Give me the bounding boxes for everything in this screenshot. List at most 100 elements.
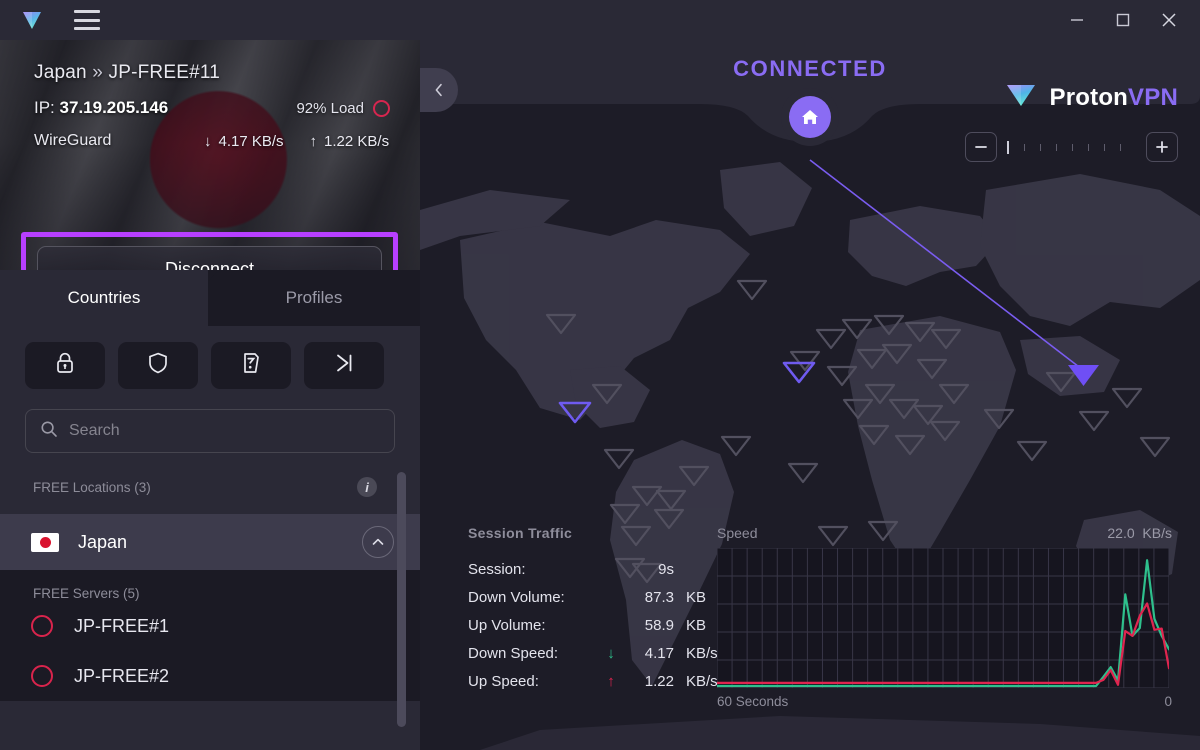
hamburger-menu-icon[interactable] bbox=[74, 10, 100, 30]
protonvpn-logo-icon bbox=[18, 6, 46, 34]
header-download-value: 4.17 KB/s bbox=[218, 132, 284, 150]
stat-value: 1.22 bbox=[644, 672, 674, 690]
protocol-label: WireGuard bbox=[34, 132, 112, 149]
connection-title: Japan » JP-FREE#11 bbox=[34, 62, 390, 84]
zoom-in-button[interactable] bbox=[1146, 132, 1178, 162]
server-load-text: 92% Load bbox=[296, 99, 364, 117]
quick-settings-row bbox=[0, 326, 420, 389]
speed-graph: Speed 22.0 KB/s 60 Seconds 0 bbox=[715, 525, 1172, 709]
zoom-out-button[interactable] bbox=[965, 132, 997, 162]
speed-graph-plot bbox=[715, 547, 1171, 689]
ip-address: IP: 37.19.205.146 bbox=[34, 98, 168, 118]
brand-vpn: VPN bbox=[1128, 83, 1178, 111]
server-name: JP-FREE#2 bbox=[74, 665, 170, 686]
brand-proton: Proton bbox=[1049, 83, 1129, 111]
zoom-tick bbox=[1120, 143, 1121, 151]
maximize-button[interactable] bbox=[1100, 0, 1146, 40]
sidebar-body: FREE Locations (3) i Japan FREE Servers … bbox=[0, 326, 420, 750]
zoom-tick bbox=[1040, 143, 1041, 151]
server-load: 92% Load bbox=[296, 99, 390, 117]
stat-label: Up Speed: bbox=[468, 672, 539, 690]
stat-row-down-speed: Down Speed: ↓ 4.17 KB/s bbox=[468, 639, 718, 667]
home-icon[interactable] bbox=[789, 96, 831, 138]
server-load-ring-icon bbox=[31, 665, 53, 687]
stat-unit: KB bbox=[686, 616, 707, 634]
free-locations-header: FREE Locations (3) i bbox=[0, 453, 420, 497]
stat-row-up-volume: Up Volume: 58.9 KB bbox=[468, 611, 718, 639]
zoom-tick bbox=[1088, 143, 1089, 151]
list-item[interactable]: JP-FREE#2 bbox=[0, 651, 420, 701]
speed-graph-x-left: 60 Seconds bbox=[717, 694, 789, 709]
search-input[interactable] bbox=[69, 422, 380, 440]
stat-label: Session: bbox=[468, 560, 526, 578]
country-row-japan[interactable]: Japan bbox=[0, 514, 420, 570]
country-name: Japan bbox=[78, 531, 128, 552]
port-forwarding-button[interactable] bbox=[211, 342, 291, 389]
upload-arrow-icon: ↑ bbox=[309, 132, 318, 150]
zoom-slider-track[interactable] bbox=[1007, 140, 1136, 154]
disconnect-button[interactable]: Disconnect bbox=[37, 246, 382, 270]
title-separator: » bbox=[92, 62, 104, 83]
list-item[interactable]: JP-FREE#1 bbox=[0, 601, 420, 651]
speed-graph-footer: 60 Seconds 0 bbox=[717, 694, 1172, 709]
skip-forward-icon bbox=[333, 351, 355, 380]
speed-graph-max-value: 22.0 bbox=[1107, 525, 1135, 541]
search-icon bbox=[40, 420, 58, 443]
zoom-tick bbox=[1104, 143, 1105, 151]
stat-row-down-volume: Down Volume: 87.3 KB bbox=[468, 583, 718, 611]
stat-label: Down Volume: bbox=[468, 588, 565, 606]
upload-arrow-icon: ↑ bbox=[607, 672, 615, 690]
connected-country: Japan bbox=[34, 62, 87, 83]
zoom-tick bbox=[1072, 143, 1073, 151]
search-box[interactable] bbox=[25, 409, 395, 453]
shield-icon bbox=[147, 351, 169, 380]
lock-icon bbox=[54, 351, 76, 380]
map-panel: CONNECTED ProtonVPN Session Traffic Sess… bbox=[420, 40, 1200, 750]
sidebar: Japan » JP-FREE#11 IP: 37.19.205.146 92%… bbox=[0, 40, 420, 750]
stat-value: 58.9 bbox=[644, 616, 674, 634]
tab-profiles[interactable]: Profiles bbox=[208, 270, 420, 326]
speed-graph-x-right: 0 bbox=[1164, 694, 1172, 709]
info-icon[interactable]: i bbox=[357, 477, 377, 497]
zoom-tick bbox=[1024, 143, 1025, 151]
stat-value: 4.17 bbox=[644, 644, 674, 662]
speed-graph-max: 22.0 KB/s bbox=[1107, 525, 1172, 541]
connection-header: Japan » JP-FREE#11 IP: 37.19.205.146 92%… bbox=[0, 40, 420, 270]
close-button[interactable] bbox=[1146, 0, 1192, 40]
download-arrow-icon: ↓ bbox=[607, 644, 615, 662]
session-traffic-title: Session Traffic bbox=[468, 525, 573, 541]
stat-value: 87.3 bbox=[644, 588, 674, 606]
search-area bbox=[0, 389, 420, 453]
speed-graph-title: Speed bbox=[717, 525, 758, 541]
stat-label: Down Speed: bbox=[468, 644, 559, 662]
free-servers-label: FREE Servers (5) bbox=[33, 586, 140, 601]
stat-label: Up Volume: bbox=[468, 616, 546, 634]
stat-row-session: Session: 9s bbox=[468, 555, 718, 583]
stat-value: 9s bbox=[658, 560, 674, 578]
server-list: FREE Servers (5) JP-FREE#1 JP-FREE#2 bbox=[0, 570, 420, 701]
stat-row-up-speed: Up Speed: ↑ 1.22 KB/s bbox=[468, 667, 718, 695]
title-bar bbox=[0, 0, 1200, 40]
sidebar-scrollbar-thumb[interactable] bbox=[397, 472, 406, 727]
speed-graph-max-unit: KB/s bbox=[1142, 525, 1172, 541]
kill-switch-button[interactable] bbox=[25, 342, 105, 389]
collapse-all-button[interactable] bbox=[304, 342, 384, 389]
ip-value: 37.19.205.146 bbox=[59, 98, 169, 117]
session-traffic-panel: Session Traffic Session: 9s Down Volume:… bbox=[468, 525, 718, 695]
map-zoom-control bbox=[965, 132, 1178, 162]
brand-text: ProtonVPN bbox=[1050, 84, 1178, 112]
tab-countries[interactable]: Countries bbox=[0, 270, 208, 326]
status-badge: CONNECTED bbox=[733, 56, 887, 81]
ip-label: IP: bbox=[34, 98, 55, 117]
stat-unit: KB/s bbox=[686, 644, 718, 662]
chevron-up-icon[interactable] bbox=[362, 526, 394, 558]
zoom-slider-handle[interactable] bbox=[1007, 140, 1009, 154]
server-name: JP-FREE#1 bbox=[74, 615, 170, 636]
note-icon bbox=[240, 351, 262, 380]
brand-logo: ProtonVPN bbox=[1004, 80, 1178, 115]
free-locations-label: FREE Locations (3) bbox=[33, 479, 151, 495]
stat-unit: KB bbox=[686, 588, 707, 606]
minimize-button[interactable] bbox=[1054, 0, 1100, 40]
download-arrow-icon: ↓ bbox=[204, 132, 212, 150]
netshield-button[interactable] bbox=[118, 342, 198, 389]
